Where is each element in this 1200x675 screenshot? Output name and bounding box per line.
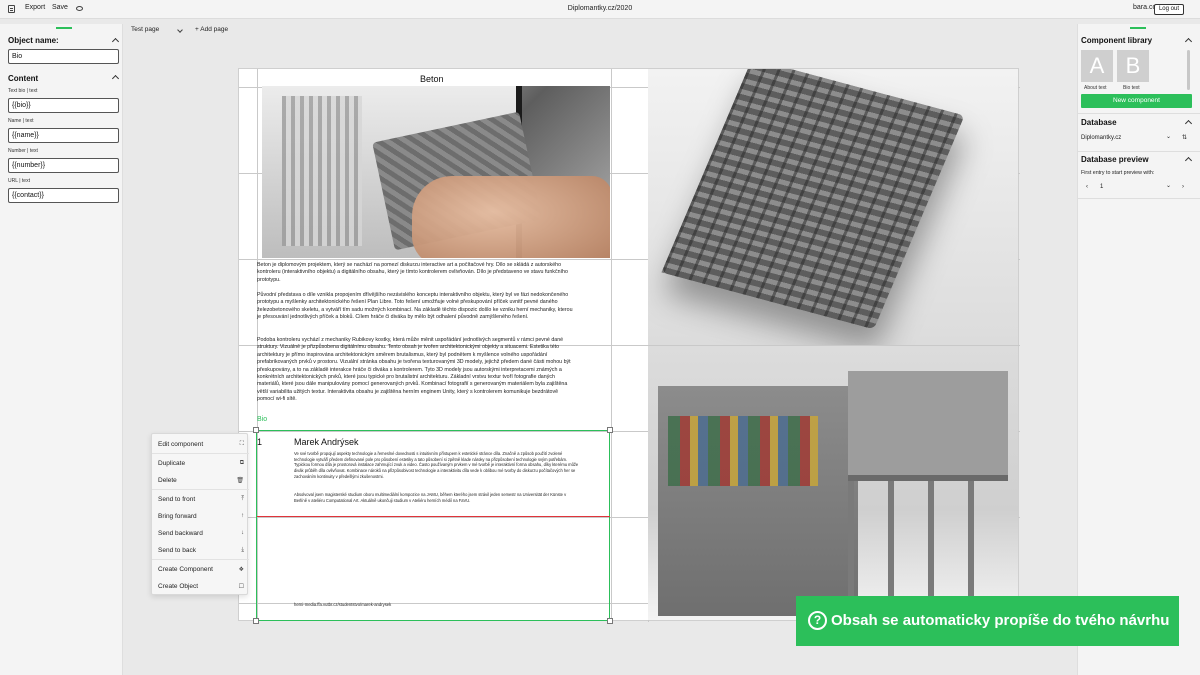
trash-icon: 🗑 xyxy=(236,478,244,484)
page-select[interactable]: Test page xyxy=(131,26,159,33)
menu-label: Create Component xyxy=(158,566,213,573)
chevron-left-icon[interactable]: ‹ xyxy=(1086,184,1088,190)
menu-label: Create Object xyxy=(158,583,199,590)
field-input-name[interactable]: {{name}} xyxy=(8,128,119,143)
arrow-down-icon: ↓ xyxy=(241,530,244,536)
resize-handle[interactable] xyxy=(607,618,613,624)
menu-label: Send backward xyxy=(158,530,203,537)
library-scrollbar[interactable] xyxy=(1187,50,1190,90)
arrow-down-to-line-icon: ⤓ xyxy=(241,547,244,553)
add-page-label: Add page xyxy=(200,26,229,33)
component-icon: ❖ xyxy=(238,567,244,573)
field-label-name: Name | text xyxy=(8,118,34,124)
guide-line xyxy=(257,516,610,517)
object-name-input[interactable]: Bio xyxy=(8,49,119,64)
section-divider xyxy=(1078,198,1200,199)
menu-label: Bring forward xyxy=(158,513,197,520)
info-toast: ? Obsah se automaticky propíše do tvého … xyxy=(796,596,1179,646)
component-tile-bio[interactable]: B xyxy=(1117,50,1149,82)
photo-hand xyxy=(412,176,610,258)
cube-render xyxy=(661,69,965,330)
toast-message: Obsah se automaticky propíše do tvého ná… xyxy=(831,612,1170,629)
preview-hint: First entry to start preview with: xyxy=(1081,170,1155,176)
field-input-url[interactable]: {{contact}} xyxy=(8,188,119,203)
resize-handle[interactable] xyxy=(253,618,259,624)
concept-paragraph[interactable]: Původní představa o díle vznikla propoje… xyxy=(257,292,575,322)
database-heading: Database xyxy=(1081,118,1117,127)
project-title[interactable]: Beton xyxy=(420,74,444,84)
arrow-up-to-line-icon: ⤒ xyxy=(241,496,244,502)
new-component-button[interactable]: New component xyxy=(1081,94,1192,108)
chevron-down-icon[interactable] xyxy=(177,27,183,33)
object-name-heading: Object name: xyxy=(8,36,59,45)
menu-label: Delete xyxy=(158,477,177,484)
database-select[interactable]: Diplomantky.cz xyxy=(1081,135,1121,141)
panel-grip xyxy=(56,27,72,29)
photo-controller-in-hand[interactable] xyxy=(262,86,610,258)
menu-divider xyxy=(152,489,249,490)
resize-handle[interactable] xyxy=(607,427,613,433)
menu-create-object[interactable]: Create Object ☐ xyxy=(158,583,244,590)
intro-paragraph[interactable]: Beton je diplomovým projektem, který se … xyxy=(257,262,575,284)
menu-bring-forward[interactable]: Bring forward ↑ xyxy=(158,513,244,520)
field-label-number: Number | text xyxy=(8,148,38,154)
chevron-down-icon[interactable]: ⌄ xyxy=(1166,133,1171,140)
field-label-url: URL | text xyxy=(8,178,30,184)
menu-divider xyxy=(152,559,249,560)
preview-entry-select[interactable]: 1 xyxy=(1100,184,1103,190)
copy-icon: ⧉ xyxy=(239,460,244,466)
menu-send-to-front[interactable]: Send to front ⤒ xyxy=(158,496,244,503)
arrow-up-icon: ↑ xyxy=(241,513,244,519)
bio-link[interactable]: herni-media.ffa.vutbr.cz/studentstvo/mar… xyxy=(294,602,391,607)
logout-button[interactable]: Log out xyxy=(1153,4,1184,15)
context-menu: Edit component ⛶ Duplicate ⧉ Delete 🗑 Se… xyxy=(151,433,249,595)
bio-paragraph-2[interactable]: Absolvoval jsem magisterské studium obor… xyxy=(294,492,579,503)
menu-send-to-back[interactable]: Send to back ⤓ xyxy=(158,547,244,554)
content-heading: Content xyxy=(8,74,39,83)
component-library-heading: Component library xyxy=(1081,36,1153,45)
panel-grip xyxy=(1130,27,1146,29)
section-divider xyxy=(1078,151,1200,152)
menu-send-backward[interactable]: Send backward ↓ xyxy=(158,530,244,537)
field-label-bio: Text bio | text xyxy=(8,88,38,94)
menu-label: Send to front xyxy=(158,496,196,503)
top-bar: Export Save Diplomantky.cz/2020 bara.co … xyxy=(0,0,1200,19)
section-divider xyxy=(1078,113,1200,114)
document-title: Diplomantky.cz/2020 xyxy=(567,5,633,12)
bio-label: Bio xyxy=(257,416,268,423)
photo-brutalist-building[interactable] xyxy=(648,346,1018,620)
bio-number[interactable]: 1 xyxy=(257,437,262,447)
field-input-number[interactable]: {{number}} xyxy=(8,158,119,173)
chevron-right-icon[interactable]: › xyxy=(1182,184,1184,190)
field-input-bio[interactable]: {{bio}} xyxy=(8,98,119,113)
controller-paragraph[interactable]: Podoba kontroleru vychází z mechaniky Ru… xyxy=(257,337,575,404)
menu-label: Duplicate xyxy=(158,460,186,467)
menu-label: Edit component xyxy=(158,441,204,448)
square-icon: ☐ xyxy=(238,584,244,590)
menu-edit-component[interactable]: Edit component ⛶ xyxy=(158,441,244,448)
menu-label: Send to back xyxy=(158,547,196,554)
add-page-button[interactable]: + Add page xyxy=(195,26,228,33)
expand-icon: ⛶ xyxy=(239,441,244,447)
resize-handle[interactable] xyxy=(253,427,259,433)
chevron-down-icon[interactable]: ⌄ xyxy=(1166,182,1171,189)
bio-name[interactable]: Marek Andrýsek xyxy=(294,437,359,447)
photo-brutalist-cube[interactable] xyxy=(648,69,1018,345)
bio-paragraph-1[interactable]: Ve své tvorbě propojují aspekty technolo… xyxy=(294,451,579,480)
user-name: bara.co xyxy=(1133,4,1157,11)
component-tile-about[interactable]: A xyxy=(1081,50,1113,82)
menu-create-component[interactable]: Create Component ❖ xyxy=(158,566,244,573)
refresh-icon[interactable]: ⇅ xyxy=(1182,134,1187,141)
menu-delete[interactable]: Delete 🗑 xyxy=(158,477,244,484)
building-block xyxy=(658,386,858,616)
building-wing xyxy=(848,371,1008,601)
database-preview-heading: Database preview xyxy=(1081,155,1149,164)
component-caption-bio: Bio text xyxy=(1123,85,1140,91)
menu-duplicate[interactable]: Duplicate ⧉ xyxy=(158,460,244,467)
question-icon: ? xyxy=(808,611,827,630)
menu-divider xyxy=(152,453,249,454)
component-caption-about: About text xyxy=(1084,85,1107,91)
